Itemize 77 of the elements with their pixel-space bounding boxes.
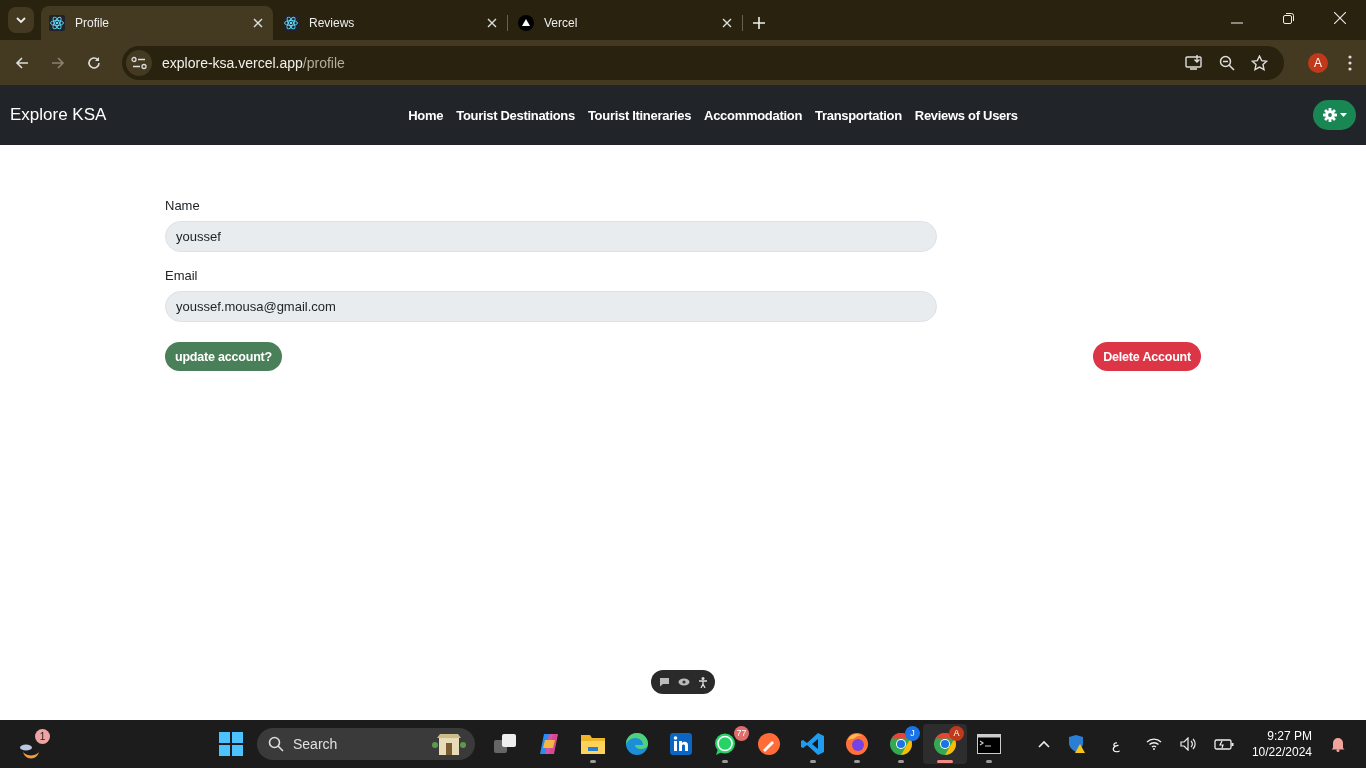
notification-badge: 77 bbox=[734, 726, 749, 741]
close-icon[interactable] bbox=[253, 18, 263, 28]
chat-app-icon bbox=[713, 732, 737, 756]
building-icon bbox=[431, 733, 467, 755]
atom-icon bbox=[283, 15, 299, 31]
atom-icon bbox=[49, 15, 65, 31]
restore-icon[interactable] bbox=[1283, 13, 1294, 24]
battery-icon[interactable] bbox=[1213, 738, 1234, 750]
settings-icon bbox=[1322, 108, 1337, 122]
browser-tab[interactable]: Vercel bbox=[510, 6, 742, 40]
field-label: Name bbox=[165, 198, 201, 213]
chrome-icon bbox=[889, 732, 913, 756]
close-icon[interactable] bbox=[487, 18, 497, 28]
clock-time: 9:27 PM bbox=[1267, 728, 1312, 744]
star-icon[interactable] bbox=[1251, 54, 1268, 71]
tab-search-button[interactable] bbox=[8, 7, 34, 33]
input-language[interactable]: ع bbox=[1111, 736, 1120, 752]
bell-icon[interactable] bbox=[1330, 736, 1346, 752]
edge-icon bbox=[625, 732, 649, 756]
taskbar-app[interactable]: J bbox=[879, 724, 923, 764]
more-icon[interactable] bbox=[1348, 54, 1352, 71]
chevron-down-icon bbox=[15, 14, 27, 26]
search-icon bbox=[268, 736, 284, 752]
nav-link[interactable]: Tourist Destinations bbox=[456, 107, 575, 123]
wifi-icon[interactable] bbox=[1145, 738, 1162, 750]
field-label: Email bbox=[165, 268, 199, 283]
volume-icon[interactable] bbox=[1179, 737, 1196, 751]
close-icon[interactable] bbox=[722, 18, 732, 28]
accessibility-icon[interactable] bbox=[697, 676, 708, 688]
tab-title: Vercel bbox=[544, 16, 579, 30]
nav-link[interactable]: Accommodation bbox=[704, 107, 803, 123]
chat-bubble-icon[interactable] bbox=[658, 677, 670, 687]
site-settings-icon[interactable] bbox=[126, 49, 152, 76]
taskbar-app[interactable]: A bbox=[923, 724, 967, 764]
weather-widget[interactable]: 1 bbox=[20, 729, 50, 759]
plus-icon[interactable] bbox=[753, 17, 765, 29]
settings-button[interactable] bbox=[1313, 100, 1356, 130]
address-bar[interactable]: explore-ksa.vercel.app/profile bbox=[122, 45, 1284, 80]
input-field[interactable]: youssef bbox=[165, 221, 937, 252]
eye-icon[interactable] bbox=[677, 678, 690, 686]
close-icon[interactable] bbox=[1334, 12, 1346, 24]
reload-icon[interactable] bbox=[86, 54, 102, 71]
browser-tab[interactable]: Profile bbox=[41, 6, 273, 40]
back-arrow-icon[interactable] bbox=[14, 54, 30, 71]
delete-account-button[interactable]: Delete Account bbox=[1093, 342, 1201, 371]
nav-link[interactable]: Tourist Itineraries bbox=[587, 107, 692, 123]
caret-icon bbox=[1339, 113, 1347, 117]
code-editor-icon bbox=[801, 732, 825, 756]
search-placeholder: Search bbox=[293, 736, 339, 752]
notification-badge: J bbox=[905, 726, 920, 741]
notification-badge: 1 bbox=[35, 729, 50, 744]
taskbar-search-field[interactable]: Search bbox=[257, 728, 475, 760]
chevron-up-icon[interactable] bbox=[1037, 740, 1050, 748]
shield-warning-icon[interactable] bbox=[1067, 735, 1086, 753]
input-field[interactable]: youssef.mousa@gmail.com bbox=[165, 291, 937, 322]
tab-title: Reviews bbox=[309, 16, 356, 30]
url-path: /profile bbox=[302, 54, 345, 71]
install-app-icon[interactable] bbox=[1185, 54, 1203, 71]
browser-tab[interactable]: Reviews bbox=[275, 6, 507, 40]
folder-icon bbox=[580, 733, 606, 755]
terminal-icon bbox=[977, 734, 1001, 754]
profile-avatar[interactable]: A bbox=[1308, 52, 1328, 73]
zoom-out-icon[interactable] bbox=[1219, 54, 1235, 71]
clock-date: 10/22/2024 bbox=[1251, 744, 1312, 760]
update-account-button[interactable]: update account? bbox=[165, 342, 282, 371]
url-host: explore-ksa.vercel.app bbox=[162, 54, 303, 71]
notification-badge: A bbox=[949, 726, 964, 741]
tab-title: Profile bbox=[75, 16, 110, 30]
forward-arrow-icon[interactable] bbox=[50, 54, 66, 71]
linkedin-icon bbox=[670, 733, 692, 755]
task-view-icon bbox=[493, 733, 517, 755]
weather-icon bbox=[20, 744, 39, 759]
start-icon[interactable] bbox=[219, 732, 243, 756]
nav-link[interactable]: Reviews of Users bbox=[914, 107, 1018, 123]
site-brand[interactable]: Explore KSA bbox=[10, 105, 107, 125]
nav-link[interactable]: Home bbox=[408, 107, 444, 123]
nav-link[interactable]: Transportation bbox=[815, 107, 902, 123]
